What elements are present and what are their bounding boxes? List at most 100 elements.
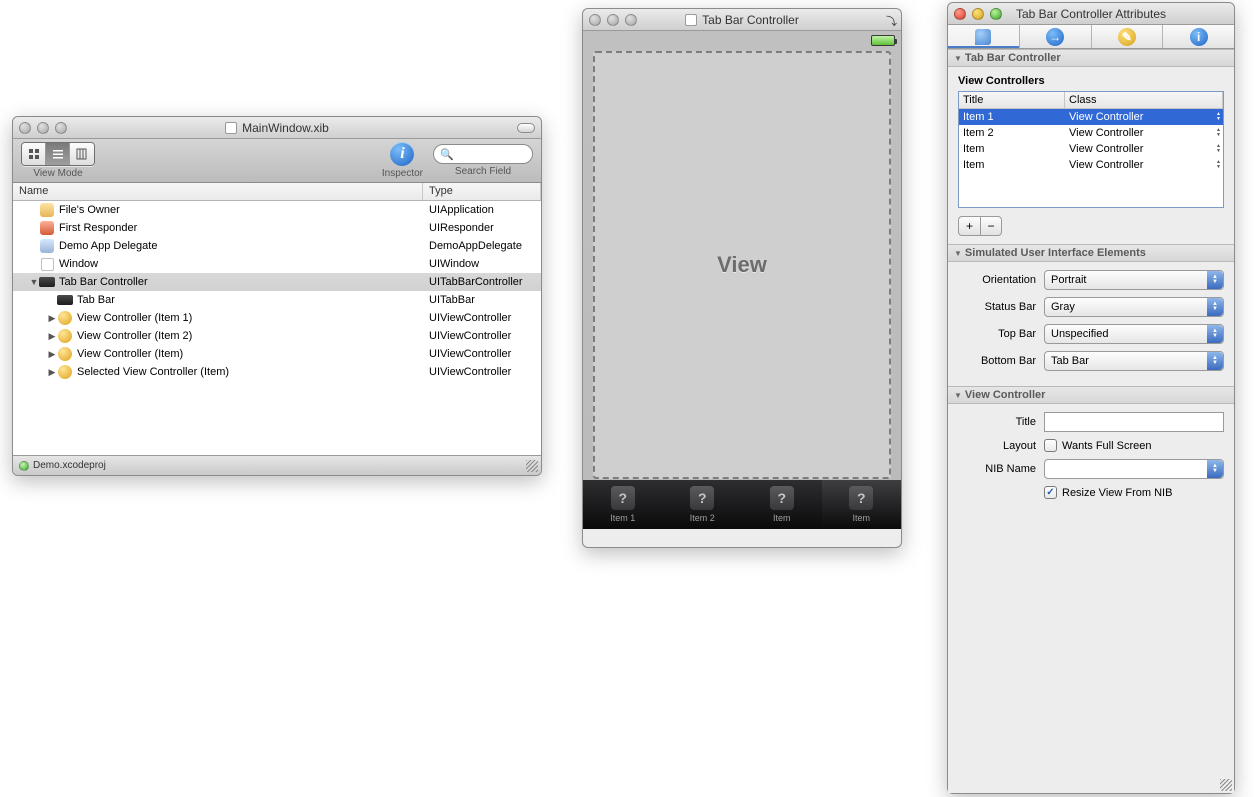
wants-full-screen-checkbox[interactable] [1044, 439, 1057, 452]
inspector-label: Inspector [382, 168, 423, 179]
minimize-button[interactable] [607, 14, 619, 26]
minimize-button[interactable] [37, 122, 49, 134]
view-placeholder[interactable]: View [593, 51, 891, 479]
outline-row[interactable]: First ResponderUIResponder [13, 219, 541, 237]
view-mode-label: View Mode [33, 168, 82, 179]
disclosure-icon: ▼ [954, 249, 962, 258]
page-curl-icon[interactable]: ⤵ [886, 13, 897, 29]
section-view-controller[interactable]: ▼View Controller [948, 386, 1234, 404]
disclosure-icon[interactable]: ▶ [47, 367, 57, 378]
class-stepper[interactable]: ▲▼ [1216, 160, 1223, 170]
inspector-button[interactable]: i [390, 142, 414, 166]
vc-col-class[interactable]: Class [1065, 92, 1223, 108]
disclosure-icon[interactable]: ▼ [29, 277, 39, 287]
resize-grip[interactable] [1220, 779, 1232, 791]
class-stepper[interactable]: ▲▼ [1216, 144, 1223, 154]
search-icon: 🔍 [440, 148, 454, 161]
view-controllers-table[interactable]: Title Class Item 1View Controller▲▼Item … [958, 91, 1224, 208]
outline-row[interactable]: ▶View Controller (Item)UIViewController [13, 345, 541, 363]
view-mode-column-icon[interactable] [70, 143, 94, 165]
vc-table-row[interactable]: Item 1View Controller▲▼ [959, 109, 1223, 125]
identity-tab[interactable]: i [1163, 25, 1234, 48]
attributes-tab[interactable] [948, 25, 1020, 48]
resize-grip[interactable] [526, 460, 538, 472]
vc-table-row[interactable]: Item 2View Controller▲▼ [959, 125, 1223, 141]
search-item: 🔍 Search Field [433, 144, 533, 177]
vc-row-class: View Controller [1065, 159, 1216, 171]
main-window-titlebar[interactable]: MainWindow.xib [13, 117, 541, 139]
battery-icon [871, 35, 895, 46]
zoom-button[interactable] [55, 122, 67, 134]
outline-row[interactable]: ▶View Controller (Item 2)UIViewControlle… [13, 327, 541, 345]
row-name: View Controller (Item 1) [77, 312, 192, 324]
outline-row[interactable]: ▶View Controller (Item 1)UIViewControlle… [13, 309, 541, 327]
vc-table-row[interactable]: ItemView Controller▲▼ [959, 141, 1223, 157]
vc-table-row[interactable]: ItemView Controller▲▼ [959, 157, 1223, 173]
class-stepper[interactable]: ▲▼ [1216, 112, 1223, 122]
tab-bar-item[interactable]: ?Item [742, 480, 822, 529]
vc-row-class: View Controller [1065, 143, 1216, 155]
disclosure-icon[interactable]: ▶ [47, 349, 57, 360]
tab-bar-item[interactable]: ?Item 1 [583, 480, 663, 529]
status-bar-select[interactable]: Gray▲▼ [1044, 297, 1224, 317]
nib-name-combobox[interactable]: ▲▼ [1044, 459, 1224, 479]
search-input[interactable]: 🔍 [433, 144, 533, 164]
view-mode-segmented[interactable] [21, 142, 95, 166]
view-label: View [717, 252, 767, 278]
title-field[interactable] [1044, 412, 1224, 432]
toolbar-toggle-button[interactable] [517, 123, 535, 133]
row-name: Tab Bar [77, 294, 115, 306]
outline-row[interactable]: WindowUIWindow [13, 255, 541, 273]
outline-row[interactable]: File's OwnerUIApplication [13, 201, 541, 219]
main-window-footer: Demo.xcodeproj [13, 455, 541, 475]
size-tab[interactable]: ✎ [1092, 25, 1164, 48]
outline-view[interactable]: File's OwnerUIApplicationFirst Responder… [13, 201, 541, 455]
outline-row[interactable]: Tab BarUITabBar [13, 291, 541, 309]
view-mode-list-icon[interactable] [46, 143, 70, 165]
attributes-icon [975, 29, 991, 45]
outline-row[interactable]: ▼Tab Bar ControllerUITabBarController [13, 273, 541, 291]
outline-row[interactable]: ▶Selected View Controller (Item)UIViewCo… [13, 363, 541, 381]
window-title: MainWindow.xib [13, 121, 541, 135]
section-tab-bar-controller[interactable]: ▼Tab Bar Controller [948, 49, 1234, 67]
row-name: Tab Bar Controller [59, 276, 148, 288]
top-bar-select[interactable]: Unspecified▲▼ [1044, 324, 1224, 344]
bottom-bar-select[interactable]: Tab Bar▲▼ [1044, 351, 1224, 371]
zoom-button[interactable] [990, 8, 1002, 20]
add-remove-buttons: + − [958, 216, 1224, 236]
close-button[interactable] [589, 14, 601, 26]
sim-titlebar[interactable]: Tab Bar Controller ⤵ [583, 9, 901, 31]
identity-icon: i [1190, 28, 1208, 46]
section-sim-ui[interactable]: ▼Simulated User Interface Elements [948, 244, 1234, 262]
tab-bar-item[interactable]: ?Item 2 [663, 480, 743, 529]
footer-text: Demo.xcodeproj [33, 460, 106, 471]
close-button[interactable] [954, 8, 966, 20]
inspector-titlebar[interactable]: Tab Bar Controller Attributes [948, 3, 1234, 25]
view-mode-icon-icon[interactable] [22, 143, 46, 165]
minimize-button[interactable] [972, 8, 984, 20]
column-name-header[interactable]: Name [13, 183, 423, 200]
status-indicator-icon [19, 461, 29, 471]
connections-tab[interactable]: → [1020, 25, 1092, 48]
outline-header: Name Type [13, 183, 541, 201]
document-proxy-icon [685, 14, 697, 26]
orientation-select[interactable]: Portrait▲▼ [1044, 270, 1224, 290]
vc-row-title: Item 2 [959, 127, 1065, 139]
traffic-lights [19, 122, 67, 134]
bottom-bar-label: Bottom Bar [958, 355, 1036, 367]
disclosure-icon[interactable]: ▶ [47, 313, 57, 324]
close-button[interactable] [19, 122, 31, 134]
row-type: UIViewController [423, 366, 541, 378]
add-button[interactable]: + [958, 216, 980, 236]
column-type-header[interactable]: Type [423, 183, 541, 200]
remove-button[interactable]: − [980, 216, 1002, 236]
outline-row[interactable]: Demo App DelegateDemoAppDelegate [13, 237, 541, 255]
class-stepper[interactable]: ▲▼ [1216, 128, 1223, 138]
inspector-item: i Inspector [382, 142, 423, 179]
zoom-button[interactable] [625, 14, 637, 26]
vc-col-title[interactable]: Title [959, 92, 1065, 108]
resize-view-checkbox[interactable]: ✓ [1044, 486, 1057, 499]
disclosure-icon[interactable]: ▶ [47, 331, 57, 342]
sim-title-text: Tab Bar Controller [702, 13, 799, 27]
tab-bar-item[interactable]: ?Item [822, 480, 902, 529]
